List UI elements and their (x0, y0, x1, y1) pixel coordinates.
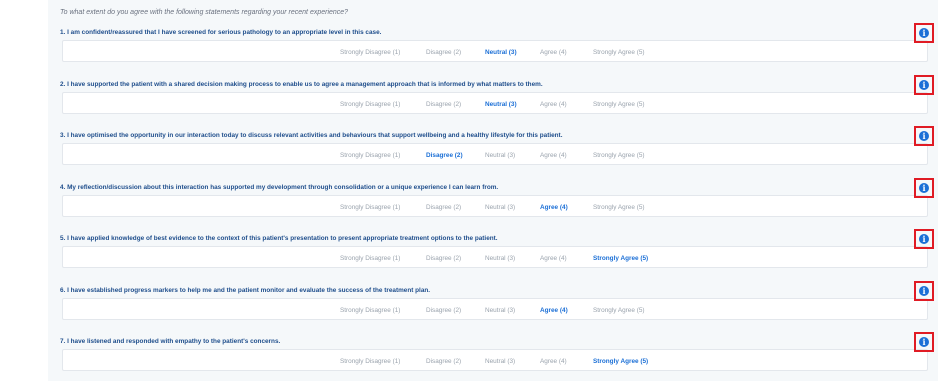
likert-option[interactable]: Neutral (3) (485, 152, 515, 159)
info-button[interactable]: i (914, 177, 934, 198)
likert-option[interactable]: Strongly Disagree (1) (340, 101, 400, 108)
likert-option[interactable]: Strongly Agree (5) (593, 152, 645, 159)
likert-option[interactable]: Neutral (3) (485, 255, 515, 262)
likert-option[interactable]: Disagree (2) (426, 49, 461, 56)
likert-option[interactable]: Agree (4) (540, 255, 567, 262)
info-icon: i (919, 131, 929, 141)
info-button[interactable]: i (914, 280, 934, 301)
info-icon: i (919, 28, 929, 38)
info-icon: i (919, 182, 929, 193)
likert-option[interactable]: Strongly Agree (5) (593, 204, 645, 211)
likert-option[interactable]: Neutral (3) (485, 101, 517, 108)
question-text: 7. I have listened and responded with em… (60, 338, 281, 345)
likert-option[interactable]: Neutral (3) (485, 204, 515, 211)
likert-option[interactable]: Neutral (3) (485, 49, 517, 56)
info-button[interactable]: i (914, 332, 934, 352)
survey-intro: To what extent do you agree with the fol… (60, 9, 349, 16)
likert-option[interactable]: Strongly Disagree (1) (340, 255, 400, 262)
info-button[interactable]: i (914, 23, 934, 43)
likert-option[interactable]: Strongly Disagree (1) (340, 152, 400, 159)
info-icon: i (919, 285, 929, 296)
info-icon: i (919, 79, 929, 90)
likert-option[interactable]: Strongly Agree (5) (593, 307, 645, 314)
question-text: 1. I am confident/reassured that I have … (60, 29, 382, 36)
likert-option[interactable]: Disagree (2) (426, 255, 461, 262)
info-button[interactable]: i (914, 229, 934, 249)
question-text: 6. I have established progress markers t… (60, 286, 431, 294)
question-text: 5. I have applied knowledge of best evid… (60, 235, 498, 242)
likert-option[interactable]: Agree (4) (540, 307, 568, 314)
question-text: 2. I have supported the patient with a s… (60, 80, 543, 88)
likert-option[interactable]: Agree (4) (540, 101, 567, 108)
likert-option[interactable]: Agree (4) (540, 204, 568, 211)
likert-option[interactable]: Strongly Agree (5) (593, 49, 645, 56)
question-text: 4. My reflection/discussion about this i… (60, 183, 499, 191)
likert-option[interactable]: Neutral (3) (485, 307, 515, 314)
likert-option[interactable]: Disagree (2) (426, 307, 461, 314)
likert-option[interactable]: Strongly Disagree (1) (340, 204, 400, 211)
likert-option[interactable]: Strongly Disagree (1) (340, 358, 400, 365)
likert-option[interactable]: Disagree (2) (426, 204, 461, 211)
info-button[interactable]: i (914, 126, 934, 146)
info-icon: i (919, 234, 929, 244)
likert-option[interactable]: Disagree (2) (426, 152, 463, 159)
likert-option[interactable]: Agree (4) (540, 49, 567, 56)
likert-option[interactable]: Strongly Agree (5) (593, 255, 648, 262)
question-text: 3. I have optimised the opportunity in o… (60, 132, 563, 139)
likert-option[interactable]: Strongly Disagree (1) (340, 307, 400, 314)
info-icon: i (919, 337, 929, 347)
likert-option[interactable]: Agree (4) (540, 152, 567, 159)
info-button[interactable]: i (914, 74, 934, 95)
likert-option[interactable]: Neutral (3) (485, 358, 515, 365)
likert-option[interactable]: Strongly Agree (5) (593, 358, 648, 365)
likert-option[interactable]: Disagree (2) (426, 101, 461, 108)
likert-option[interactable]: Disagree (2) (426, 358, 461, 365)
likert-option[interactable]: Agree (4) (540, 358, 567, 365)
likert-option[interactable]: Strongly Disagree (1) (340, 49, 400, 56)
likert-option[interactable]: Strongly Agree (5) (593, 101, 645, 108)
